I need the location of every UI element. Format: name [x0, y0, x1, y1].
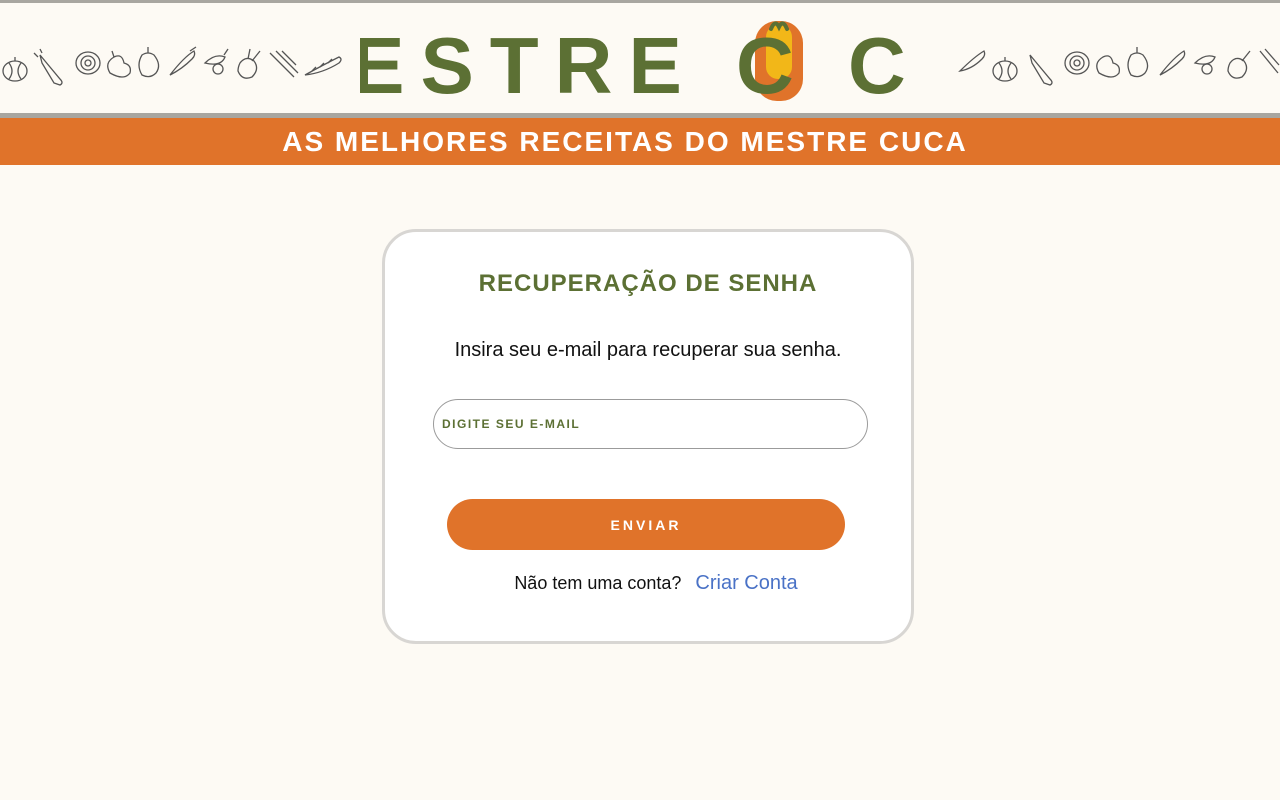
vegetable-doodles-icon — [2, 46, 342, 86]
tagline: AS MELHORES RECEITAS DO MESTRE CUCA — [282, 125, 968, 157]
tagline-bar: AS MELHORES RECEITAS DO MESTRE CUCA — [0, 118, 1280, 165]
create-account-link[interactable]: Criar Conta — [695, 572, 797, 595]
signup-prompt: Não tem uma conta? — [514, 573, 682, 593]
logo-text: MESTRE C CA — [360, 21, 905, 105]
send-button[interactable]: ENVIAR — [447, 499, 845, 550]
email-input[interactable] — [433, 399, 868, 449]
signup-row: Não tem uma conta? Criar Conta — [385, 572, 911, 595]
password-recovery-card: RECUPERAÇÃO DE SENHA Insira seu e-mail p… — [382, 229, 914, 644]
mestre-cuca-logo: MESTRE C CA — [360, 21, 905, 105]
vegetable-doodles-icon — [958, 47, 1280, 86]
site-header: MESTRE C CA AS MELHORES RECEITAS DO MEST… — [0, 0, 1280, 165]
logo-band: MESTRE C CA — [0, 3, 1280, 113]
card-description: Insira seu e-mail para recuperar sua sen… — [454, 339, 842, 361]
card-title: RECUPERAÇÃO DE SENHA — [478, 270, 818, 297]
